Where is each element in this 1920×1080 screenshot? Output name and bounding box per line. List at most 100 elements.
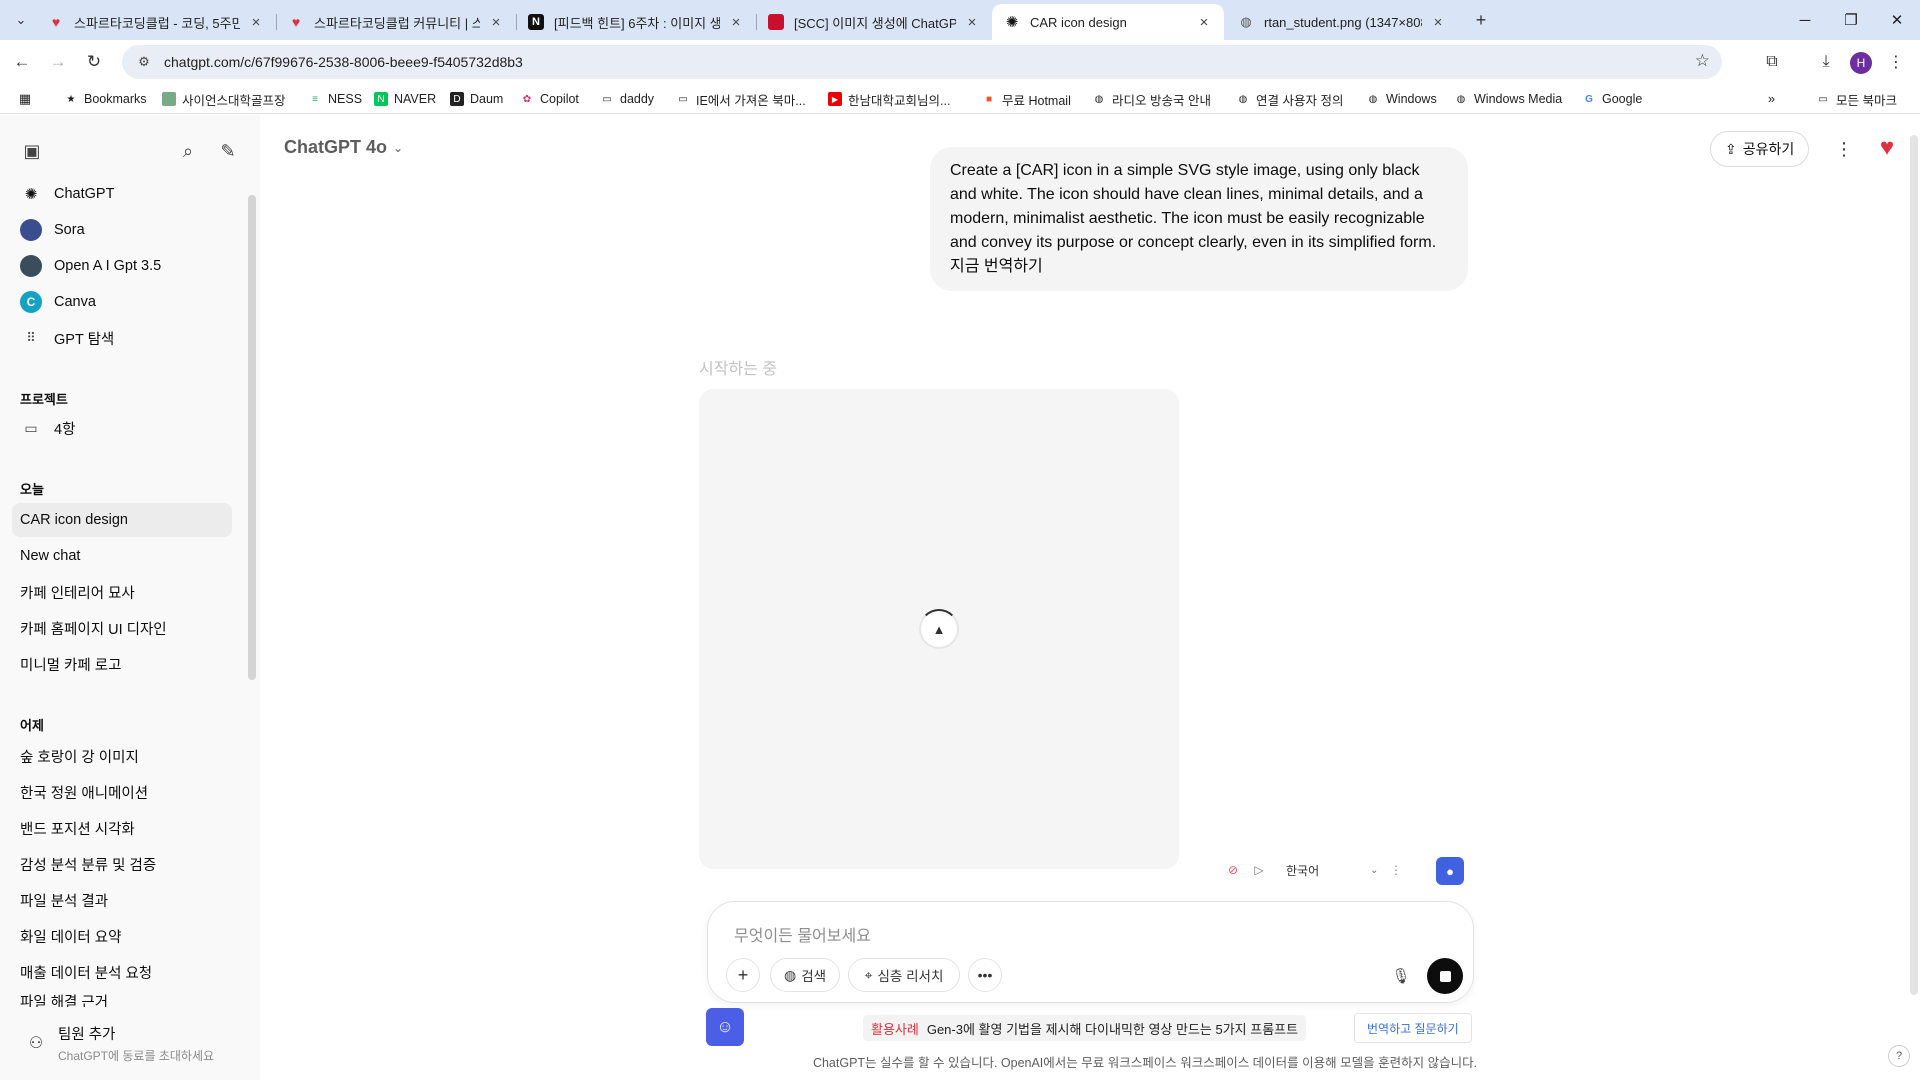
star-icon: ★: [66, 93, 76, 105]
chat-item[interactable]: 카페 인테리어 묘사: [12, 575, 232, 609]
bookmark-item[interactable]: ▶ 한남대학교회님의...: [828, 89, 950, 109]
chat-item[interactable]: 숲 호랑이 강 이미지: [12, 739, 232, 773]
bookmark-item[interactable]: D Daum: [450, 89, 503, 109]
help-icon[interactable]: ?: [1888, 1045, 1910, 1067]
main-scrollbar[interactable]: [1910, 135, 1918, 995]
bookmark-item[interactable]: ◍ 연결 사용자 정의: [1236, 89, 1344, 109]
chat-item-active[interactable]: CAR icon design: [12, 503, 232, 537]
reload-icon[interactable]: ↻: [80, 48, 108, 76]
chat-item[interactable]: 미니멀 카페 로고: [12, 647, 232, 681]
promo-banner[interactable]: 활용사례 Gen-3에 활영 기법을 제시해 다이내믹한 영상 만드는 5가지 …: [863, 1015, 1307, 1041]
sidebar-item-chatgpt[interactable]: ✺ ChatGPT: [12, 177, 232, 211]
translate-and-ask-button[interactable]: 번역하고 질문하기: [1354, 1013, 1472, 1043]
sparta-extension-icon[interactable]: ♥: [1872, 133, 1902, 163]
bookmark-item[interactable]: ★ Bookmarks: [64, 89, 147, 109]
chat-item[interactable]: 파일 해결 근거: [12, 991, 232, 1007]
site-settings-icon[interactable]: ⚙: [134, 54, 154, 70]
add-team-member-button[interactable]: ⚇ 팀원 추가 ChatGPT에 동료를 초대하세요: [12, 1015, 248, 1071]
bookmark-label: 연결 사용자 정의: [1256, 93, 1344, 108]
sidebar-item-canva[interactable]: C Canva: [12, 285, 232, 319]
forward-icon[interactable]: →: [44, 48, 72, 76]
bookmark-label: Google: [1602, 92, 1643, 106]
microphone-icon[interactable]: 🎙: [1389, 964, 1413, 988]
restore-icon[interactable]: ❐: [1828, 0, 1874, 40]
bookmark-item[interactable]: ▭ IE에서 가져온 북마...: [676, 89, 805, 109]
url-text[interactable]: chatgpt.com/c/67f99676-2538-8006-beee9-f…: [164, 54, 523, 70]
browser-tab[interactable]: ♥ 스파르타코딩클럽 - 코딩, 5주만 ×: [36, 4, 276, 40]
model-name: ChatGPT 4o: [284, 137, 388, 157]
mute-icon[interactable]: ⊘: [1220, 863, 1246, 877]
add-attachment-button[interactable]: +: [726, 958, 760, 992]
bookmark-item[interactable]: ▭ daddy: [600, 89, 654, 109]
bookmark-label: Bookmarks: [84, 92, 147, 106]
chat-item[interactable]: 화일 데이터 요약: [12, 919, 232, 953]
bookmark-item[interactable]: ≡ NESS: [308, 89, 362, 109]
chat-item[interactable]: 감성 분석 분류 및 검증: [12, 847, 232, 881]
bookmark-item[interactable]: 사이언스대학골프장: [162, 89, 286, 109]
sidebar-toggle-icon[interactable]: ▣: [18, 137, 46, 165]
new-tab-icon[interactable]: +: [1468, 7, 1494, 33]
share-button[interactable]: ⇪ 공유하기: [1710, 131, 1810, 167]
sidebar-item-sora[interactable]: Sora: [12, 213, 232, 247]
sidebar-scrollbar[interactable]: [248, 195, 256, 680]
close-icon[interactable]: ×: [728, 14, 744, 31]
apps-grid-icon[interactable]: ▦: [18, 89, 38, 109]
model-selector[interactable]: ChatGPT 4o ⌄: [284, 137, 403, 158]
chat-item[interactable]: 한국 정원 애니메이션: [12, 775, 232, 809]
stop-generating-button[interactable]: [1427, 958, 1463, 994]
bookmark-item[interactable]: G Google: [1582, 89, 1642, 109]
window-close-icon[interactable]: ✕: [1874, 0, 1920, 40]
close-icon[interactable]: ×: [1430, 14, 1446, 31]
chevron-down-icon[interactable]: ⌄: [1370, 865, 1386, 876]
bookmark-item[interactable]: ◍ Windows Media: [1454, 89, 1563, 109]
bookmark-item[interactable]: ✿ Copilot: [520, 89, 579, 109]
search-icon[interactable]: ⌕: [174, 137, 202, 165]
sidebar-item-explore-gpts[interactable]: ⠿ GPT 탐색: [12, 321, 232, 355]
composer[interactable]: 무엇이든 물어보세요 + ◍ 검색 ⌖ 심층 리서치 ••• 🎙: [707, 901, 1474, 1003]
bookmark-item[interactable]: ■ 무료 Hotmail: [982, 89, 1071, 109]
chat-item[interactable]: 카페 홈페이지 UI 디자인: [12, 611, 232, 645]
chat-item[interactable]: New chat: [12, 539, 232, 573]
search-button[interactable]: ◍ 검색: [770, 958, 840, 992]
more-options-icon[interactable]: ⋮: [1832, 137, 1856, 161]
bookmarks-overflow-icon[interactable]: »: [1768, 89, 1775, 109]
browser-menu-icon[interactable]: ⋮: [1882, 48, 1910, 76]
chat-item[interactable]: 밴드 포지션 시각화: [12, 811, 232, 845]
translate-now-link[interactable]: 지금 번역하기: [950, 255, 1448, 279]
chat-item[interactable]: 매출 데이터 분석 요청: [12, 955, 232, 989]
browser-tab-active[interactable]: ✺ CAR icon design ×: [992, 4, 1224, 40]
browser-tab[interactable]: ◍ rtan_student.png (1347×808) ×: [1226, 4, 1458, 40]
kebab-icon[interactable]: ⋮: [1386, 863, 1406, 877]
voice-toolbar: ⊘ ▷ 한국어 ⌄ ⋮: [1220, 855, 1428, 885]
play-step-icon[interactable]: ▷: [1246, 863, 1272, 877]
profile-avatar[interactable]: H: [1850, 52, 1872, 74]
minimize-icon[interactable]: ─: [1782, 0, 1828, 40]
close-icon[interactable]: ×: [964, 14, 980, 31]
address-bar[interactable]: ⚙ chatgpt.com/c/67f99676-2538-8006-beee9…: [122, 45, 1722, 79]
back-icon[interactable]: ←: [8, 48, 36, 76]
all-bookmarks-folder[interactable]: ▭ 모든 북마크: [1816, 89, 1897, 109]
download-icon[interactable]: ⤓: [1812, 48, 1840, 76]
more-tools-button[interactable]: •••: [968, 958, 1002, 992]
browser-tab[interactable]: [SCC] 이미지 생성에 ChatGPT ×: [756, 4, 992, 40]
bookmark-item[interactable]: ◍ Windows: [1366, 89, 1437, 109]
voice-input-icon[interactable]: ●: [1436, 857, 1464, 885]
browser-tab[interactable]: N [피드백 힌트] 6주차 : 이미지 생성 ×: [516, 4, 756, 40]
bookmark-star-icon[interactable]: ☆: [1695, 51, 1710, 71]
extension-assistant-icon[interactable]: ☺: [706, 1008, 744, 1046]
bookmark-item[interactable]: N NAVER: [374, 89, 436, 109]
bookmark-item[interactable]: ◍ 라디오 방송국 안내: [1092, 89, 1211, 109]
language-select[interactable]: 한국어: [1286, 862, 1370, 879]
chat-item[interactable]: 파일 분석 결과: [12, 883, 232, 917]
deep-research-button[interactable]: ⌖ 심층 리서치: [848, 958, 960, 992]
browser-tab[interactable]: ♥ 스파르타코딩클럽 커뮤니티 | 스파르타 ×: [276, 4, 516, 40]
tab-search-icon[interactable]: ⌄: [8, 7, 34, 33]
extensions-icon[interactable]: ⧉: [1758, 48, 1786, 76]
sidebar-item-project[interactable]: ▭ 4항: [12, 411, 232, 445]
new-chat-icon[interactable]: ✎: [214, 137, 242, 165]
close-icon[interactable]: ×: [488, 14, 504, 31]
sidebar-item-gpt35[interactable]: Open A I Gpt 3.5: [12, 249, 232, 283]
close-icon[interactable]: ×: [248, 14, 264, 31]
composer-input[interactable]: 무엇이든 물어보세요: [734, 922, 871, 946]
close-icon[interactable]: ×: [1196, 14, 1212, 31]
